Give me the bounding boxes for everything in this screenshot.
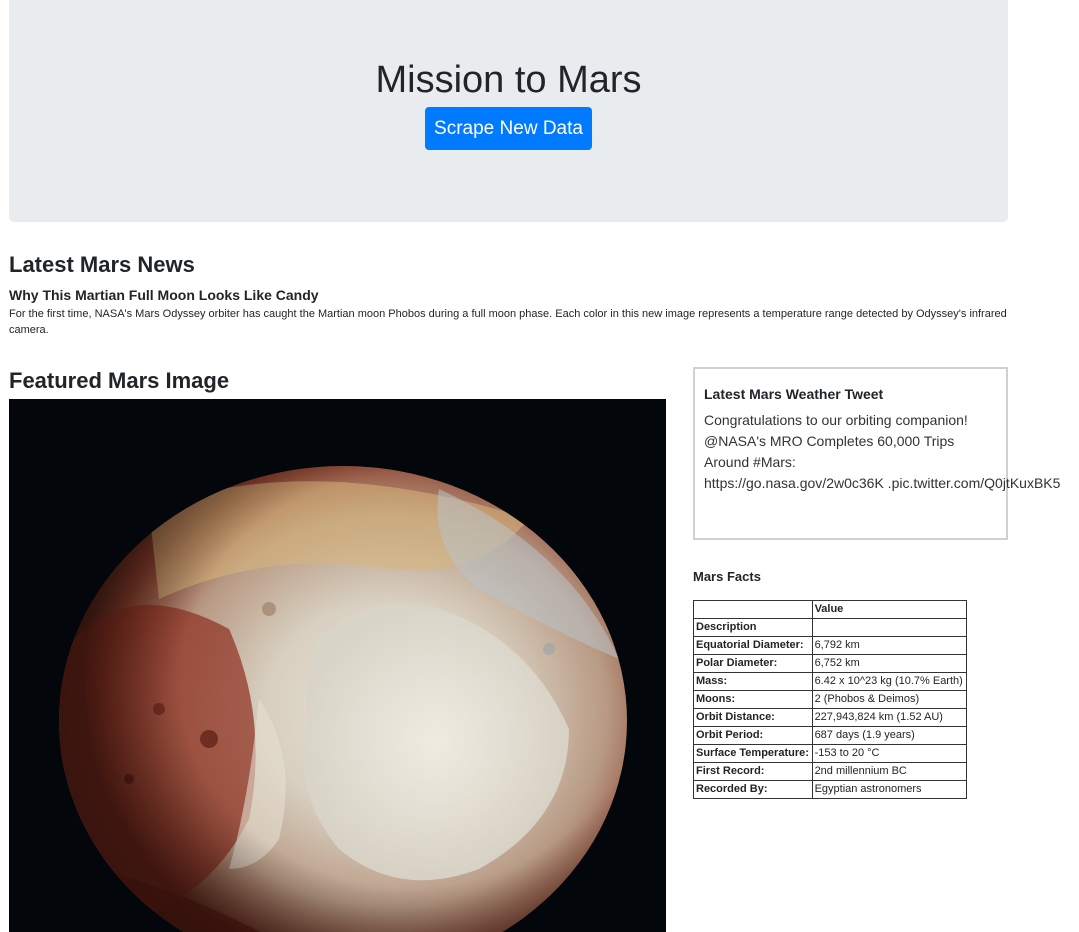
fact-value: -153 to 20 °C: [811, 744, 968, 763]
facts-heading: Mars Facts: [693, 569, 761, 584]
fact-label: Surface Temperature:: [693, 744, 813, 763]
weather-tweet-box: Latest Mars Weather Tweet Congratulation…: [693, 367, 1061, 540]
header-jumbotron: Mission to Mars Scrape New Data: [9, 0, 1008, 222]
fact-label: First Record:: [693, 762, 813, 781]
fact-label: Equatorial Diameter:: [693, 636, 813, 655]
tweet-line: @NASA's MRO Completes 60,000 Trips: [704, 433, 955, 449]
news-paragraph: For the first time, NASA's Mars Odyssey …: [9, 308, 1007, 336]
table-row: Equatorial Diameter: 6,792 km: [693, 636, 968, 655]
table-row: Polar Diameter: 6,752 km: [693, 654, 968, 673]
news-title: Why This Martian Full Moon Looks Like Ca…: [9, 287, 319, 303]
fact-value: 6,792 km: [811, 636, 968, 655]
table-row: Orbit Period: 687 days (1.9 years): [693, 726, 968, 745]
fact-label: Recorded By:: [693, 780, 813, 799]
fact-label: Mass:: [693, 672, 813, 691]
fact-value: Egyptian astronomers: [811, 780, 968, 799]
table-row: Recorded By: Egyptian astronomers: [693, 780, 968, 799]
fact-label: Polar Diameter:: [693, 654, 813, 673]
fact-label: Orbit Distance:: [693, 708, 813, 727]
table-header-cell: [693, 600, 813, 619]
table-row: Orbit Distance: 227,943,824 km (1.52 AU): [693, 708, 968, 727]
page-title: Mission to Mars: [375, 59, 642, 101]
fact-label: Orbit Period:: [693, 726, 813, 745]
tweet-line: https://go.nasa.gov/2w0c36K .pic.twitter…: [704, 475, 1061, 491]
featured-image: [9, 399, 666, 932]
tweet-line: Congratulations to our orbiting companio…: [704, 412, 968, 428]
fact-value: 227,943,824 km (1.52 AU): [811, 708, 968, 727]
fact-value: 2 (Phobos & Deimos): [811, 690, 968, 709]
weather-heading: Latest Mars Weather Tweet: [704, 386, 884, 402]
table-row: First Record: 2nd millennium BC: [693, 762, 968, 781]
fact-value: 687 days (1.9 years): [811, 726, 968, 745]
fact-label: Moons:: [693, 690, 813, 709]
table-index-row: Description: [693, 618, 968, 637]
mars-facts-table: Value Description Equatorial Diameter: 6,…: [693, 600, 968, 799]
table-index-empty: [811, 618, 968, 637]
table-row: Mass: 6.42 x 10^23 kg (10.7% Earth): [693, 672, 968, 691]
fact-value: 2nd millennium BC: [811, 762, 968, 781]
scrape-new-data-button[interactable]: Scrape New Data: [425, 107, 592, 150]
fact-value: 6.42 x 10^23 kg (10.7% Earth): [811, 672, 968, 691]
table-header-row: Value: [693, 600, 968, 619]
table-index-label: Description: [693, 618, 813, 637]
fact-value: 6,752 km: [811, 654, 968, 673]
table-row: Moons: 2 (Phobos & Deimos): [693, 690, 968, 709]
table-row: Surface Temperature: -153 to 20 °C: [693, 744, 968, 763]
table-header-cell: Value: [811, 600, 968, 619]
news-heading: Latest Mars News: [9, 252, 195, 277]
weather-tweet-text: Congratulations to our orbiting companio…: [704, 410, 1061, 494]
tweet-line: Around #Mars:: [704, 454, 796, 470]
featured-image-heading: Featured Mars Image: [9, 368, 230, 393]
